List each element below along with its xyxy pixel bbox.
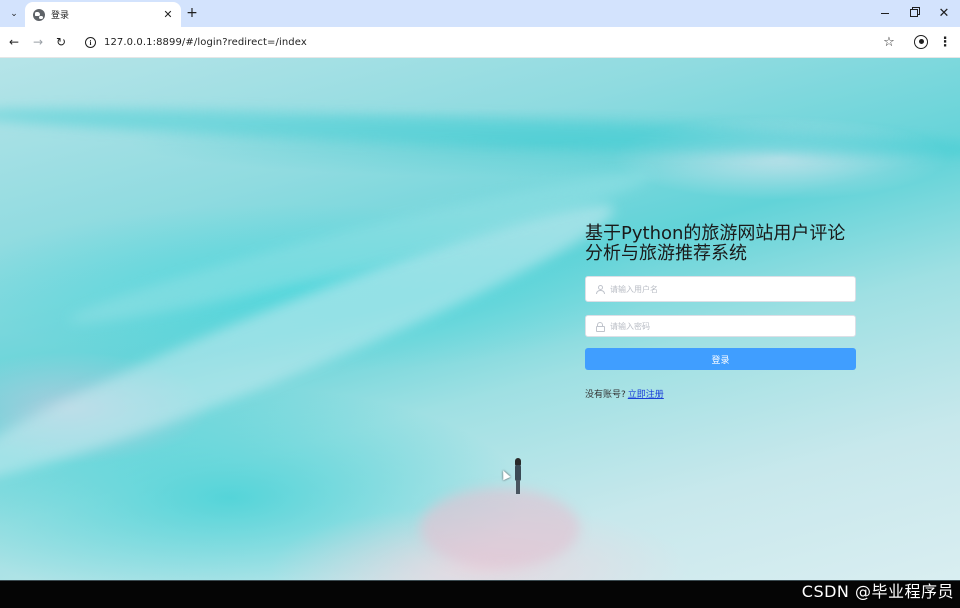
register-row: 没有账号? 立即注册 xyxy=(585,387,664,400)
background-figure xyxy=(514,458,522,494)
background-streak xyxy=(0,99,960,165)
background-streak xyxy=(0,175,627,511)
password-field[interactable] xyxy=(585,315,856,337)
password-input[interactable] xyxy=(610,321,840,331)
background-streak xyxy=(420,488,580,568)
reload-icon[interactable]: ↻ xyxy=(53,34,69,50)
address-bar[interactable]: i 127.0.0.1:8899/#/login?redirect=/index xyxy=(76,30,906,55)
window-close-icon[interactable]: ✕ xyxy=(934,4,954,22)
star-icon[interactable]: ☆ xyxy=(881,34,897,50)
mouse-cursor xyxy=(499,468,511,481)
minimize-icon[interactable] xyxy=(875,4,895,22)
tab-search-icon[interactable]: ⌄ xyxy=(6,6,22,22)
watermark-text: CSDN @毕业程序员 xyxy=(801,582,954,601)
forward-arrow-icon[interactable]: → xyxy=(30,34,46,50)
url-text[interactable]: 127.0.0.1:8899/#/login?redirect=/index xyxy=(104,37,307,48)
tab-title: 登录 xyxy=(51,11,70,21)
kebab-menu-icon[interactable]: ⋮ xyxy=(938,34,952,50)
tab-strip: ⌄ 登录 ✕ + ✕ xyxy=(0,0,960,27)
user-icon xyxy=(594,284,605,294)
plus-icon[interactable]: + xyxy=(184,5,200,21)
active-tab[interactable]: 登录 ✕ xyxy=(25,2,181,27)
register-link[interactable]: 立即注册 xyxy=(628,390,664,400)
close-icon[interactable]: ✕ xyxy=(161,8,175,22)
profile-icon[interactable] xyxy=(914,35,928,49)
lock-icon xyxy=(594,321,605,332)
register-prompt: 没有账号? xyxy=(585,390,626,400)
page-title: 基于Python的旅游网站用户评论分析与旅游推荐系统 xyxy=(585,223,846,264)
username-input[interactable] xyxy=(610,284,840,294)
login-button[interactable]: 登录 xyxy=(585,348,856,370)
login-form: 基于Python的旅游网站用户评论分析与旅游推荐系统 登录 没有账号?立即注册 xyxy=(585,223,857,400)
info-icon[interactable]: i xyxy=(85,37,96,48)
globe-icon xyxy=(33,8,45,21)
browser-toolbar: ← → ↻ i 127.0.0.1:8899/#/login?redirect=… xyxy=(0,27,960,58)
back-arrow-icon[interactable]: ← xyxy=(6,34,22,50)
page-viewport: 基于Python的旅游网站用户评论分析与旅游推荐系统 登录 没有账号?立即注册 xyxy=(0,58,960,581)
username-field[interactable] xyxy=(585,276,856,302)
maximize-icon[interactable] xyxy=(904,4,924,22)
